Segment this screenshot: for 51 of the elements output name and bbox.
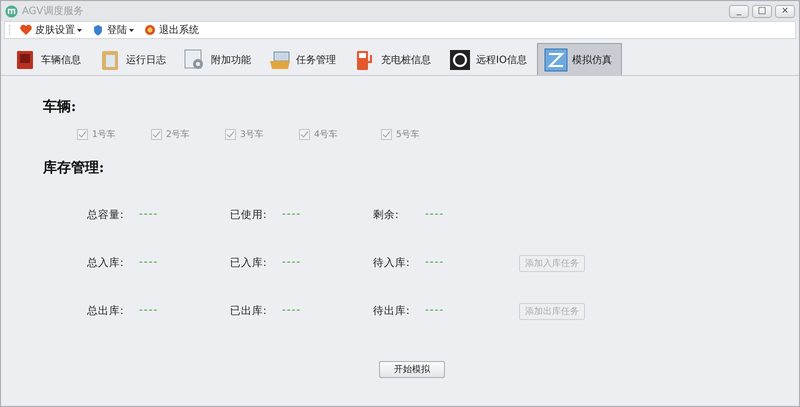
stat-value: ---- [139,304,158,318]
stat-value: ---- [282,304,302,318]
checkbox-label: 2号车 [166,128,190,141]
power-icon [144,24,156,36]
stat-label: 待入库: [373,256,411,270]
stat-label: 剩余: [373,208,400,222]
section-heading: 车辆: [43,98,78,116]
check-icon [300,130,309,139]
tab[interactable]: 运行日志 [91,43,176,75]
stat-value: ---- [282,208,302,222]
maximize-button[interactable]: □ [752,4,772,18]
tab[interactable]: 车辆信息 [6,43,91,75]
heart-icon [20,24,32,36]
stat-value: ---- [282,256,302,270]
shield-icon [92,24,104,36]
menu-item[interactable]: 皮肤设置 [35,23,75,37]
stat-value: ---- [425,304,444,318]
app-logo-icon [5,4,18,18]
tab[interactable]: 远程IO信息 [441,43,537,75]
z-icon [544,48,568,72]
stat-label: 待出库: [373,304,411,318]
stat-label: 总出库: [87,304,125,318]
checkbox-label: 3号车 [240,128,264,141]
window-title: AGV调度服务 [22,4,84,18]
check-icon [152,130,161,139]
stat-value: ---- [139,256,158,270]
stat-label: 已使用: [230,208,268,222]
io-icon [448,48,472,72]
tab[interactable]: 任务管理 [261,43,346,75]
checkbox-label: 5号车 [396,128,420,141]
menu-item[interactable]: 登陆 [107,23,127,37]
tab[interactable]: 附加功能 [176,43,261,75]
stat-value: ---- [425,208,444,222]
stat-value: ---- [425,256,444,270]
checkbox-label: 1号车 [92,128,116,141]
check-icon [226,130,235,139]
checkbox-label: 4号车 [314,128,338,141]
tab[interactable]: 模拟仿真 [536,43,622,75]
minimize-button[interactable]: _ [729,4,749,18]
start-simulation-button[interactable]: 开始模拟 [379,361,445,378]
stat-label: 总入库: [87,256,125,270]
stat-label: 已入库: [230,256,268,270]
close-button[interactable]: × [775,4,795,18]
stat-label: 总容量: [87,208,125,222]
stat-label: 已出库: [230,304,268,318]
check-icon [78,130,87,139]
tab[interactable]: 充电桩信息 [346,43,441,75]
section-heading: 库存管理: [43,159,106,177]
check-icon [382,130,391,139]
stat-value: ---- [139,208,158,222]
menu-item[interactable]: 退出系统 [159,23,199,37]
